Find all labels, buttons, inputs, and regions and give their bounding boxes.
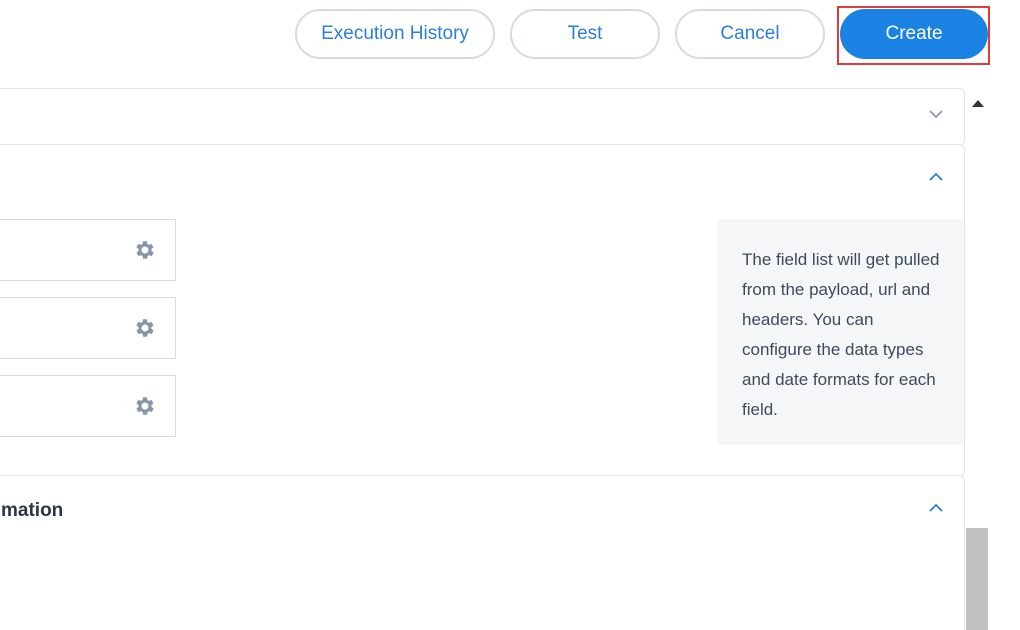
chevron-up-icon[interactable] [928,169,944,185]
test-button[interactable]: Test [510,9,660,59]
scroll-up-arrow-icon[interactable] [972,100,984,107]
info-text: The field list will get pulled from the … [742,250,940,419]
cancel-button[interactable]: Cancel [675,9,825,59]
create-button[interactable]: Create [840,9,988,59]
field-row[interactable] [0,375,176,437]
information-section-panel: mation [0,475,965,630]
field-list-info-box: The field list will get pulled from the … [718,219,964,445]
section-title: mation [1,500,64,521]
collapsed-section-panel [0,88,965,146]
field-row[interactable] [0,219,176,281]
gear-icon[interactable] [133,394,157,418]
scrollbar-thumb[interactable] [966,528,988,630]
fields-section-panel: The field list will get pulled from the … [0,144,965,477]
execution-history-button[interactable]: Execution History [295,9,495,59]
chevron-up-icon[interactable] [928,500,944,516]
field-row[interactable] [0,297,176,359]
main-content: The field list will get pulled from the … [0,88,966,630]
top-toolbar: Execution History Test Cancel Create [0,0,1020,70]
chevron-down-icon[interactable] [928,106,944,122]
vertical-scrollbar[interactable] [966,88,988,630]
gear-icon[interactable] [133,238,157,262]
gear-icon[interactable] [133,316,157,340]
